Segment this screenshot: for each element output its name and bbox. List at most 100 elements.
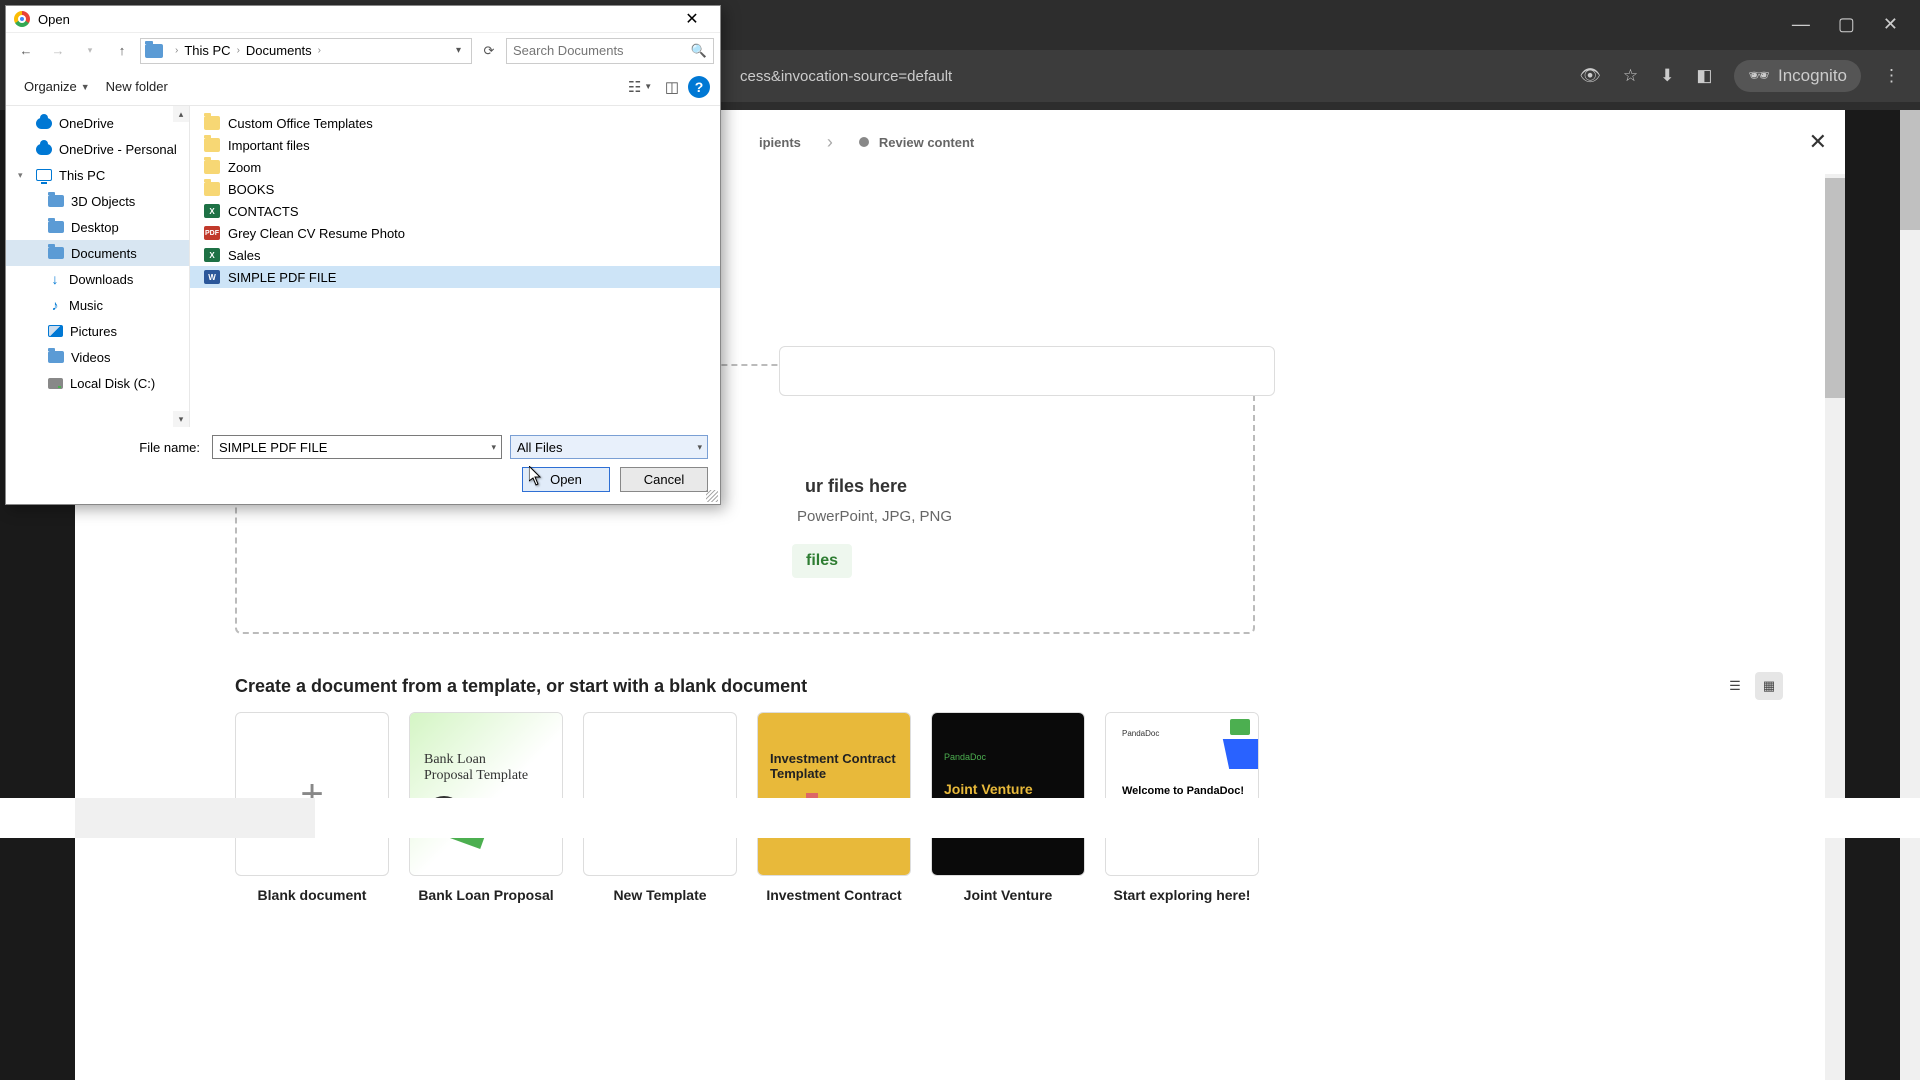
view-options-icon[interactable]: ☷ ▼ [624, 74, 656, 100]
tree-item-downloads[interactable]: ↓Downloads [6, 266, 189, 292]
tree-item-label: Music [69, 298, 103, 313]
search-icon[interactable]: 🔍 [691, 43, 707, 59]
file-list: Custom Office TemplatesImportant files Zo… [190, 106, 720, 427]
grid-view-icon[interactable]: ▦ [1755, 672, 1783, 700]
tree-item-label: OneDrive - Personal [59, 142, 177, 157]
chevron-right-icon: › [237, 45, 240, 56]
tree-item-this-pc[interactable]: ▾ This PC [6, 162, 189, 188]
folder-icon [145, 44, 163, 58]
tree-item-label: Documents [71, 246, 137, 261]
file-type-select[interactable]: All Files ▾ [510, 435, 708, 459]
help-icon[interactable]: ? [688, 76, 710, 98]
new-folder-button[interactable]: New folder [98, 75, 176, 98]
kebab-menu-icon[interactable]: ⋮ [1883, 66, 1900, 86]
scrollbar-inner[interactable] [1825, 174, 1845, 1080]
cloud-icon [36, 144, 52, 155]
file-zoom[interactable]: Zoom [190, 156, 720, 178]
recent-dropdown-icon[interactable]: ▾ [76, 37, 104, 65]
file-name-label: File name: [18, 440, 204, 455]
back-icon[interactable]: ← [12, 37, 40, 65]
refresh-icon[interactable]: ⟳ [476, 38, 502, 64]
search-field[interactable] [513, 43, 691, 58]
file-name-input[interactable]: SIMPLE PDF FILE ▾ [212, 435, 502, 459]
scroll-up-icon[interactable]: ▴ [173, 106, 189, 122]
address-bar: cess&invocation-source=default 👁 ☆ ⬇ ◧ 🕶… [720, 50, 1920, 102]
search-input[interactable]: 🔍 [506, 38, 714, 64]
incognito-badge[interactable]: 🕶 Incognito [1734, 60, 1861, 92]
breadcrumb-this-pc[interactable]: This PC [184, 43, 230, 58]
chevron-right-icon: › [318, 45, 321, 56]
organize-menu[interactable]: Organize ▼ [16, 75, 98, 98]
tree-item-label: Downloads [69, 272, 133, 287]
tree-item-onedrive-personal[interactable]: OneDrive - Personal [6, 136, 189, 162]
music-icon: ♪ [48, 298, 62, 312]
wizard-step-recipients[interactable]: ipients [759, 135, 801, 150]
nav-tree: ▴ ▾ OneDrive OneDrive - Personal ▾ This PC 3… [6, 106, 190, 427]
forward-icon: → [44, 37, 72, 65]
wizard-step-review[interactable]: Review content [859, 135, 974, 150]
dialog-title-bar: Open ✕ [6, 6, 720, 32]
dialog-title: Open [38, 12, 672, 27]
folder-icon [204, 182, 220, 196]
tree-item-label: 3D Objects [71, 194, 135, 209]
select-files-button[interactable]: files [792, 544, 852, 578]
step-dot-icon [859, 137, 869, 147]
chevron-down-icon[interactable]: ▾ [18, 170, 23, 181]
tree-item-label: Videos [71, 350, 111, 365]
tree-item-videos[interactable]: Videos [6, 344, 189, 370]
file-contacts[interactable]: XCONTACTS [190, 200, 720, 222]
tree-item-desktop[interactable]: Desktop [6, 214, 189, 240]
eye-off-icon[interactable]: 👁 [1579, 66, 1601, 86]
scroll-down-icon[interactable]: ▾ [173, 411, 189, 427]
file-books[interactable]: BOOKS [190, 178, 720, 200]
tree-item-label: Desktop [71, 220, 119, 235]
file-sales[interactable]: XSales [190, 244, 720, 266]
list-view-icon[interactable]: ☰ [1721, 672, 1749, 700]
close-icon[interactable]: ✕ [1809, 129, 1827, 155]
tree-item-local-disk-c-[interactable]: Local Disk (C:) [6, 370, 189, 396]
file-simple-pdf-file[interactable]: WSIMPLE PDF FILE [190, 266, 720, 288]
breadcrumb[interactable]: › This PC › Documents › ▾ [140, 38, 472, 64]
chevron-down-icon: ▼ [81, 82, 90, 92]
tree-item-documents[interactable]: Documents [6, 240, 189, 266]
file-name: BOOKS [228, 182, 274, 197]
preview-pane-icon[interactable]: ◫ [656, 74, 688, 100]
panel-icon[interactable]: ◧ [1696, 66, 1712, 86]
dropzone-title: ur files here [805, 476, 907, 497]
chevron-right-icon: › [827, 132, 833, 153]
dialog-nav: ← → ▾ ↑ › This PC › Documents › ▾ ⟳ 🔍 [6, 32, 720, 68]
minimize-icon[interactable]: — [1792, 14, 1810, 35]
open-button[interactable]: Open [522, 467, 610, 492]
dialog-toolbar: Organize ▼ New folder ☷ ▼ ◫ ? [6, 68, 720, 106]
breadcrumb-documents[interactable]: Documents [246, 43, 312, 58]
file-custom-office-templates[interactable]: Custom Office Templates [190, 112, 720, 134]
chevron-down-icon[interactable]: ▾ [450, 45, 467, 56]
file-grey-clean-cv-resume-photo[interactable]: PDFGrey Clean CV Resume Photo [190, 222, 720, 244]
tree-item-pictures[interactable]: Pictures [6, 318, 189, 344]
cancel-button[interactable]: Cancel [620, 467, 708, 492]
dialog-close-icon[interactable]: ✕ [672, 9, 712, 29]
tree-item-label: This PC [59, 168, 105, 183]
up-icon[interactable]: ↑ [108, 37, 136, 65]
file-name: Zoom [228, 160, 261, 175]
resize-grip[interactable] [706, 490, 718, 502]
input-box[interactable] [779, 346, 1275, 396]
tree-item-onedrive[interactable]: OneDrive [6, 110, 189, 136]
download-icon[interactable]: ⬇ [1660, 66, 1674, 86]
tree-item-3d-objects[interactable]: 3D Objects [6, 188, 189, 214]
tree-item-label: Local Disk (C:) [70, 376, 155, 391]
chevron-down-icon[interactable]: ▾ [491, 442, 496, 453]
chevron-down-icon[interactable]: ▾ [697, 442, 702, 453]
tree-item-music[interactable]: ♪ Music [6, 292, 189, 318]
tree-item-label: OneDrive [59, 116, 114, 131]
close-window-icon[interactable]: ✕ [1883, 14, 1898, 35]
file-important-files[interactable]: Important files [190, 134, 720, 156]
folder-icon [48, 247, 64, 259]
dropzone-subtitle: PowerPoint, JPG, PNG [797, 508, 952, 525]
incognito-label: Incognito [1778, 66, 1847, 86]
bookmark-icon[interactable]: ☆ [1623, 66, 1638, 86]
file-name: CONTACTS [228, 204, 299, 219]
maximize-icon[interactable]: ▢ [1838, 14, 1855, 35]
scrollbar-outer[interactable] [1900, 110, 1920, 1080]
url-text: cess&invocation-source=default [740, 68, 1579, 85]
